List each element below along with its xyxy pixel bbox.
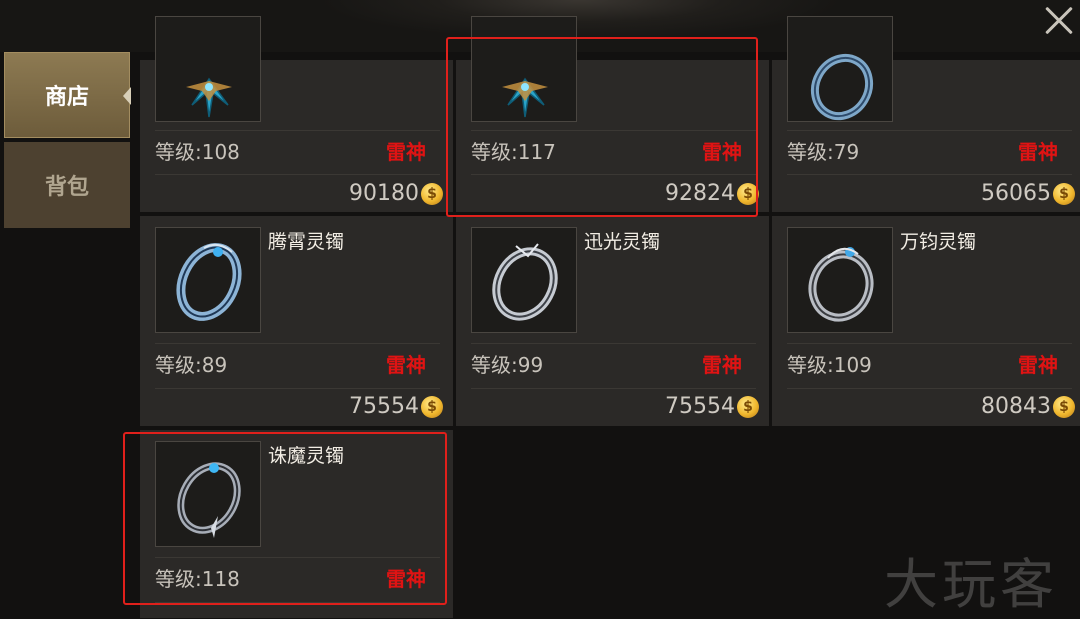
tab-shop-label: 商店	[44, 85, 89, 110]
tab-bag[interactable]: 背包	[4, 142, 130, 228]
item-price: 75554	[349, 394, 419, 419]
item-card[interactable]: 迅光灵镯 等级:99 雷神 75554 $	[456, 216, 769, 426]
watermark: 大玩客	[884, 553, 1058, 616]
item-tag: 雷神	[1018, 353, 1058, 377]
item-price: 90180	[349, 181, 419, 206]
card-divider	[787, 388, 1072, 389]
silver-bracelet-icon	[787, 227, 893, 333]
item-level: 等级:108	[155, 140, 240, 164]
card-divider	[155, 174, 440, 175]
item-card[interactable]: 等级:108 雷神 90180 $	[140, 16, 453, 212]
card-divider	[155, 130, 440, 131]
tab-bag-label: 背包	[44, 175, 89, 200]
item-level: 等级:79	[787, 140, 860, 164]
item-tag: 雷神	[702, 353, 742, 377]
gold-coin-icon: $	[1053, 183, 1075, 205]
item-name: 迅光灵镯	[584, 231, 661, 253]
card-divider	[155, 343, 440, 344]
item-level: 等级:99	[471, 353, 544, 377]
gold-coin-icon: $	[421, 183, 443, 205]
item-price: 75554	[665, 394, 735, 419]
card-divider	[787, 130, 1072, 131]
item-level: 等级:109	[787, 353, 872, 377]
card-divider	[787, 174, 1072, 175]
gold-coin-icon: $	[421, 396, 443, 418]
tab-shop[interactable]: 商店	[4, 52, 131, 138]
item-price: 80843	[981, 394, 1051, 419]
highlight-box	[123, 432, 447, 605]
item-card[interactable]: 腾霄灵镯 等级:89 雷神 75554 $	[140, 216, 453, 426]
card-divider	[471, 388, 756, 389]
sidebar: 商店 背包	[0, 52, 132, 618]
blue-wing-artifact-icon	[155, 16, 261, 122]
highlight-box	[446, 37, 758, 217]
card-divider	[155, 388, 440, 389]
card-divider	[787, 343, 1072, 344]
silver-bracelet-icon	[471, 227, 577, 333]
item-card[interactable]: 等级:79 雷神 56065 $	[772, 16, 1080, 212]
gold-coin-icon: $	[1053, 396, 1075, 418]
card-divider	[471, 343, 756, 344]
item-tag: 雷神	[386, 140, 426, 164]
item-name: 腾霄灵镯	[268, 231, 345, 253]
blue-bracelet-icon	[787, 16, 893, 122]
gold-coin-icon: $	[737, 396, 759, 418]
close-icon[interactable]	[1040, 4, 1078, 38]
blue-bracelet-icon	[155, 227, 261, 333]
item-level: 等级:89	[155, 353, 228, 377]
active-tab-arrow-icon	[123, 87, 131, 105]
item-price: 56065	[981, 181, 1051, 206]
item-tag: 雷神	[386, 353, 426, 377]
item-name: 万钧灵镯	[900, 231, 977, 253]
item-card[interactable]: 万钧灵镯 等级:109 雷神 80843 $	[772, 216, 1080, 426]
item-tag: 雷神	[1018, 140, 1058, 164]
